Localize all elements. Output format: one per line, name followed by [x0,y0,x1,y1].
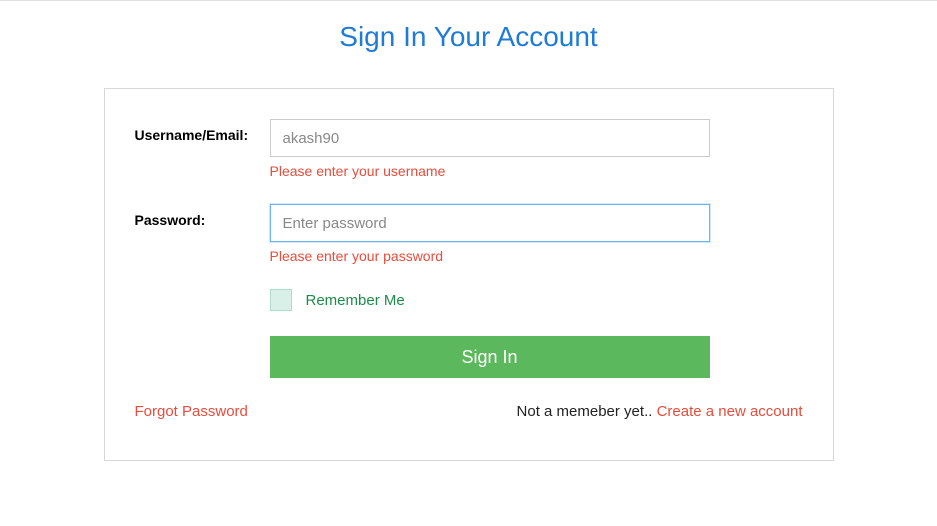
username-field-wrap: Please enter your username [270,119,710,179]
member-text: Not a memeber yet.. [517,403,657,420]
page-title: Sign In Your Account [0,21,937,53]
password-label: Password: [135,204,270,228]
password-field-wrap: Please enter your password [270,204,710,264]
password-error: Please enter your password [270,248,710,264]
password-row: Password: Please enter your password [135,204,803,264]
username-label: Username/Email: [135,119,270,143]
password-input[interactable] [270,204,710,242]
signin-form-card: Username/Email: Please enter your userna… [104,88,834,461]
forgot-password-link[interactable]: Forgot Password [135,403,248,420]
signin-button[interactable]: Sign In [270,336,710,378]
create-account-wrap: Not a memeber yet.. Create a new account [517,403,803,420]
remember-row: Remember Me [270,289,803,311]
username-input[interactable] [270,119,710,157]
bottom-row: Forgot Password Not a memeber yet.. Crea… [135,403,803,420]
username-row: Username/Email: Please enter your userna… [135,119,803,179]
remember-checkbox[interactable] [270,289,292,311]
username-error: Please enter your username [270,163,710,179]
remember-label: Remember Me [306,292,405,309]
create-account-link[interactable]: Create a new account [657,403,803,420]
signin-row: Sign In [270,336,803,378]
